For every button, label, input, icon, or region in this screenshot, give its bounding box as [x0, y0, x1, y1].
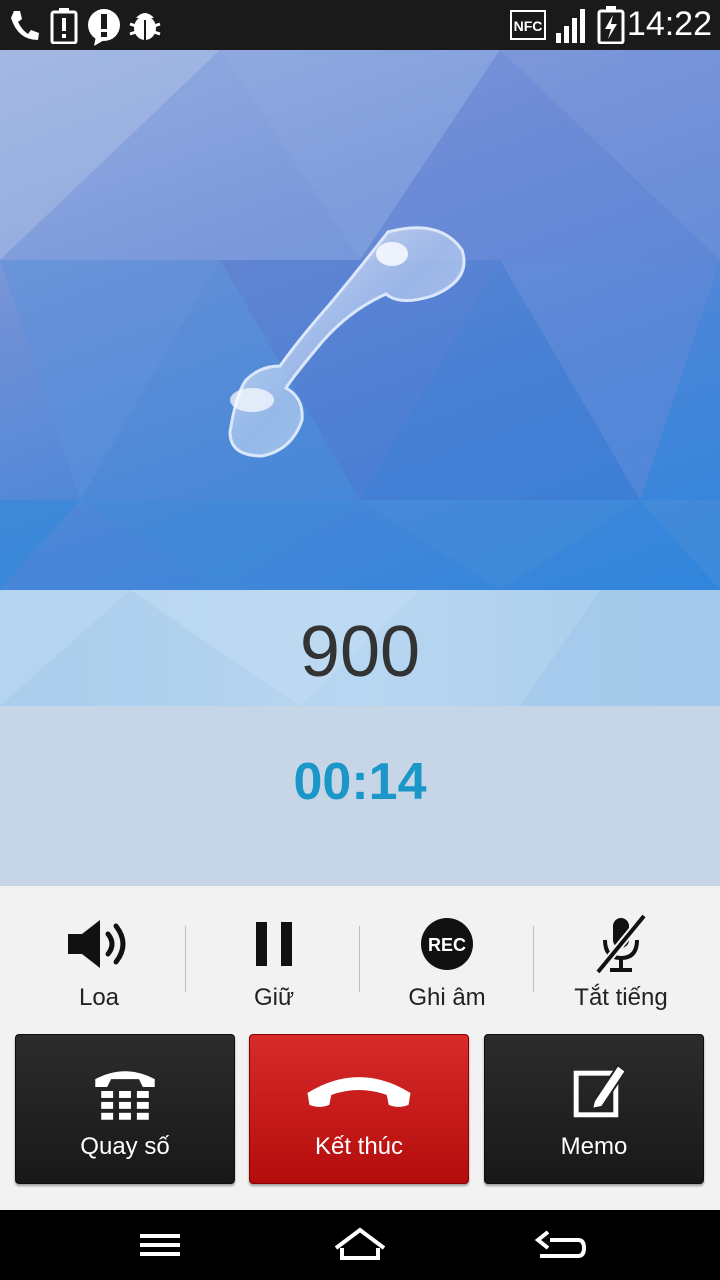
hold-label: Giữ: [253, 984, 295, 1011]
mic-off-icon: [594, 913, 648, 975]
home-icon: [334, 1227, 386, 1260]
handset-icon: [228, 226, 466, 458]
record-label: Ghi âm: [408, 984, 486, 1011]
hang-up-icon: [307, 1077, 411, 1107]
speaker-icon: [68, 920, 126, 968]
dialpad-button[interactable]: Quay số: [15, 1034, 235, 1184]
status-bar: NFC 14:22: [0, 0, 720, 50]
speaker-button[interactable]: Loa: [12, 912, 186, 1022]
speaker-label: Loa: [78, 984, 120, 1011]
back-arrow-icon: [534, 1230, 587, 1258]
end-call-label: Kết thúc: [314, 1133, 404, 1160]
call-timer-band: 00:14: [0, 706, 720, 886]
menu-icon: [140, 1234, 180, 1256]
svg-text:NFC: NFC: [514, 18, 543, 34]
memo-edit-icon: [573, 1063, 628, 1118]
menu-button[interactable]: [110, 1220, 210, 1270]
phone-call-icon: [8, 8, 40, 47]
record-icon: REC: [421, 918, 473, 970]
call-hero-background: [0, 50, 720, 590]
home-button[interactable]: [310, 1220, 410, 1270]
dialpad-phone-icon: [95, 1071, 155, 1120]
call-duration: 00:14: [293, 753, 427, 811]
pause-icon: [256, 922, 292, 966]
alert-bubble-icon: [86, 8, 122, 51]
mute-label: Tắt tiếng: [574, 984, 668, 1011]
end-call-button[interactable]: Kết thúc: [249, 1034, 469, 1184]
call-controls: Loa Giữ REC Ghi âm Tắt tiếng Quay số Kết…: [0, 886, 720, 1210]
memo-label: Memo: [560, 1133, 628, 1160]
battery-charging-icon: [597, 6, 625, 49]
record-button[interactable]: REC Ghi âm: [360, 912, 534, 1022]
navigation-bar: [0, 1210, 720, 1280]
mute-button[interactable]: Tắt tiếng: [534, 912, 708, 1022]
signal-icon: [556, 9, 588, 48]
caller-number: 900: [299, 612, 421, 692]
hold-button[interactable]: Giữ: [187, 912, 361, 1022]
back-button[interactable]: [510, 1220, 610, 1270]
dialpad-label: Quay số: [80, 1133, 170, 1160]
debug-bug-icon: [128, 8, 162, 47]
nfc-icon: NFC: [510, 10, 546, 45]
svg-text:REC: REC: [428, 935, 466, 955]
status-clock: 14:22: [626, 5, 712, 43]
divider: [185, 926, 186, 992]
caller-number-band: 900: [0, 590, 720, 706]
battery-alert-icon: [50, 8, 78, 49]
memo-button[interactable]: Memo: [484, 1034, 704, 1184]
